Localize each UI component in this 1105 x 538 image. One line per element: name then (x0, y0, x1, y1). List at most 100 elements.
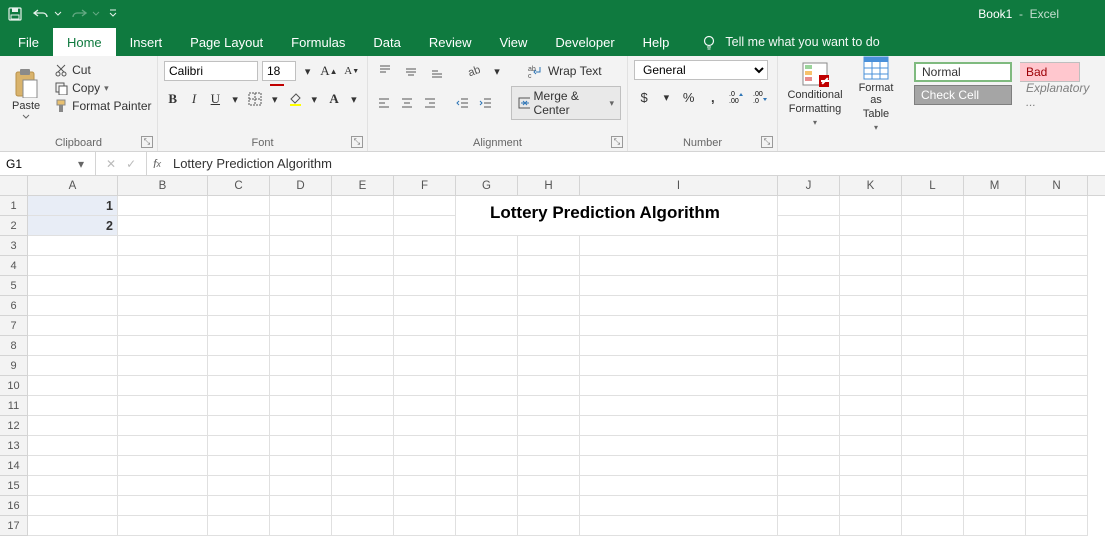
cell-L2[interactable] (902, 216, 964, 236)
cell-N17[interactable] (1026, 516, 1088, 536)
cell-D7[interactable] (270, 316, 332, 336)
cell-L12[interactable] (902, 416, 964, 436)
cell-I10[interactable] (580, 376, 778, 396)
cell-D8[interactable] (270, 336, 332, 356)
cell-F5[interactable] (394, 276, 456, 296)
cell-N5[interactable] (1026, 276, 1088, 296)
cell-M3[interactable] (964, 236, 1026, 256)
cell-I13[interactable] (580, 436, 778, 456)
cell-H3[interactable] (518, 236, 580, 256)
cell-C1[interactable] (208, 196, 270, 216)
cell-C5[interactable] (208, 276, 270, 296)
qat-customize-icon[interactable] (108, 5, 118, 23)
cell-D12[interactable] (270, 416, 332, 436)
cell-H14[interactable] (518, 456, 580, 476)
cell-D9[interactable] (270, 356, 332, 376)
cell-K2[interactable] (840, 216, 902, 236)
cell-N15[interactable] (1026, 476, 1088, 496)
cell-F17[interactable] (394, 516, 456, 536)
cell-E9[interactable] (332, 356, 394, 376)
cell-J2[interactable] (778, 216, 840, 236)
cell-F16[interactable] (394, 496, 456, 516)
cell-N2[interactable] (1026, 216, 1088, 236)
cell-E17[interactable] (332, 516, 394, 536)
cell-M13[interactable] (964, 436, 1026, 456)
row-header[interactable]: 4 (0, 256, 28, 276)
cell-B9[interactable] (118, 356, 208, 376)
cell-M15[interactable] (964, 476, 1026, 496)
cell-I7[interactable] (580, 316, 778, 336)
cell-D5[interactable] (270, 276, 332, 296)
cell-F11[interactable] (394, 396, 456, 416)
cell-J17[interactable] (778, 516, 840, 536)
row-header[interactable]: 16 (0, 496, 28, 516)
cell-M7[interactable] (964, 316, 1026, 336)
cell-A14[interactable] (28, 456, 118, 476)
cell-J8[interactable] (778, 336, 840, 356)
row-header[interactable]: 3 (0, 236, 28, 256)
cell-J14[interactable] (778, 456, 840, 476)
row-header[interactable]: 17 (0, 516, 28, 536)
cancel-icon[interactable]: ✕ (106, 157, 116, 171)
cell-L16[interactable] (902, 496, 964, 516)
row-header[interactable]: 10 (0, 376, 28, 396)
cell-L17[interactable] (902, 516, 964, 536)
cell-E10[interactable] (332, 376, 394, 396)
comma-format-icon[interactable]: , (703, 86, 723, 108)
cell-H8[interactable] (518, 336, 580, 356)
cell-E1[interactable] (332, 196, 394, 216)
cell-K3[interactable] (840, 236, 902, 256)
cell-B17[interactable] (118, 516, 208, 536)
name-box-dropdown-icon[interactable]: ▾ (72, 157, 90, 171)
cell-G10[interactable] (456, 376, 518, 396)
cell-C6[interactable] (208, 296, 270, 316)
cell-F4[interactable] (394, 256, 456, 276)
cell-J10[interactable] (778, 376, 840, 396)
cell-G8[interactable] (456, 336, 518, 356)
decrease-font-icon[interactable]: A▼ (343, 60, 362, 82)
cell-L7[interactable] (902, 316, 964, 336)
cell-H6[interactable] (518, 296, 580, 316)
cell-H4[interactable] (518, 256, 580, 276)
cell-M2[interactable] (964, 216, 1026, 236)
style-check-cell[interactable]: Check Cell (914, 85, 1012, 105)
cell-C11[interactable] (208, 396, 270, 416)
cell-C17[interactable] (208, 516, 270, 536)
fill-color-button[interactable] (286, 88, 303, 110)
enter-icon[interactable]: ✓ (126, 157, 136, 171)
cell-F8[interactable] (394, 336, 456, 356)
save-icon[interactable] (6, 5, 24, 23)
style-explanatory[interactable]: Explanatory ... (1020, 85, 1080, 105)
cell-L14[interactable] (902, 456, 964, 476)
cell-G6[interactable] (456, 296, 518, 316)
cell-I6[interactable] (580, 296, 778, 316)
cell-J16[interactable] (778, 496, 840, 516)
number-format-combo[interactable]: General (634, 60, 768, 80)
cell-I12[interactable] (580, 416, 778, 436)
cell-H16[interactable] (518, 496, 580, 516)
cell-H2[interactable] (518, 216, 580, 236)
cell-K17[interactable] (840, 516, 902, 536)
cell-G3[interactable] (456, 236, 518, 256)
cell-M12[interactable] (964, 416, 1026, 436)
col-header-D[interactable]: D (270, 176, 332, 195)
cell-D11[interactable] (270, 396, 332, 416)
cell-H5[interactable] (518, 276, 580, 296)
col-header-B[interactable]: B (118, 176, 208, 195)
cell-J7[interactable] (778, 316, 840, 336)
row-header[interactable]: 13 (0, 436, 28, 456)
cell-C2[interactable] (208, 216, 270, 236)
select-all-corner[interactable] (0, 176, 28, 195)
cell-F13[interactable] (394, 436, 456, 456)
cell-M10[interactable] (964, 376, 1026, 396)
cell-B1[interactable] (118, 196, 208, 216)
cell-C7[interactable] (208, 316, 270, 336)
cell-N13[interactable] (1026, 436, 1088, 456)
decrease-decimal-icon[interactable]: .00.0 (751, 86, 771, 108)
cell-M5[interactable] (964, 276, 1026, 296)
cell-G11[interactable] (456, 396, 518, 416)
cell-A3[interactable] (28, 236, 118, 256)
cell-D14[interactable] (270, 456, 332, 476)
cell-H1[interactable] (518, 196, 580, 216)
clipboard-launcher[interactable]: ⤡ (141, 136, 153, 148)
